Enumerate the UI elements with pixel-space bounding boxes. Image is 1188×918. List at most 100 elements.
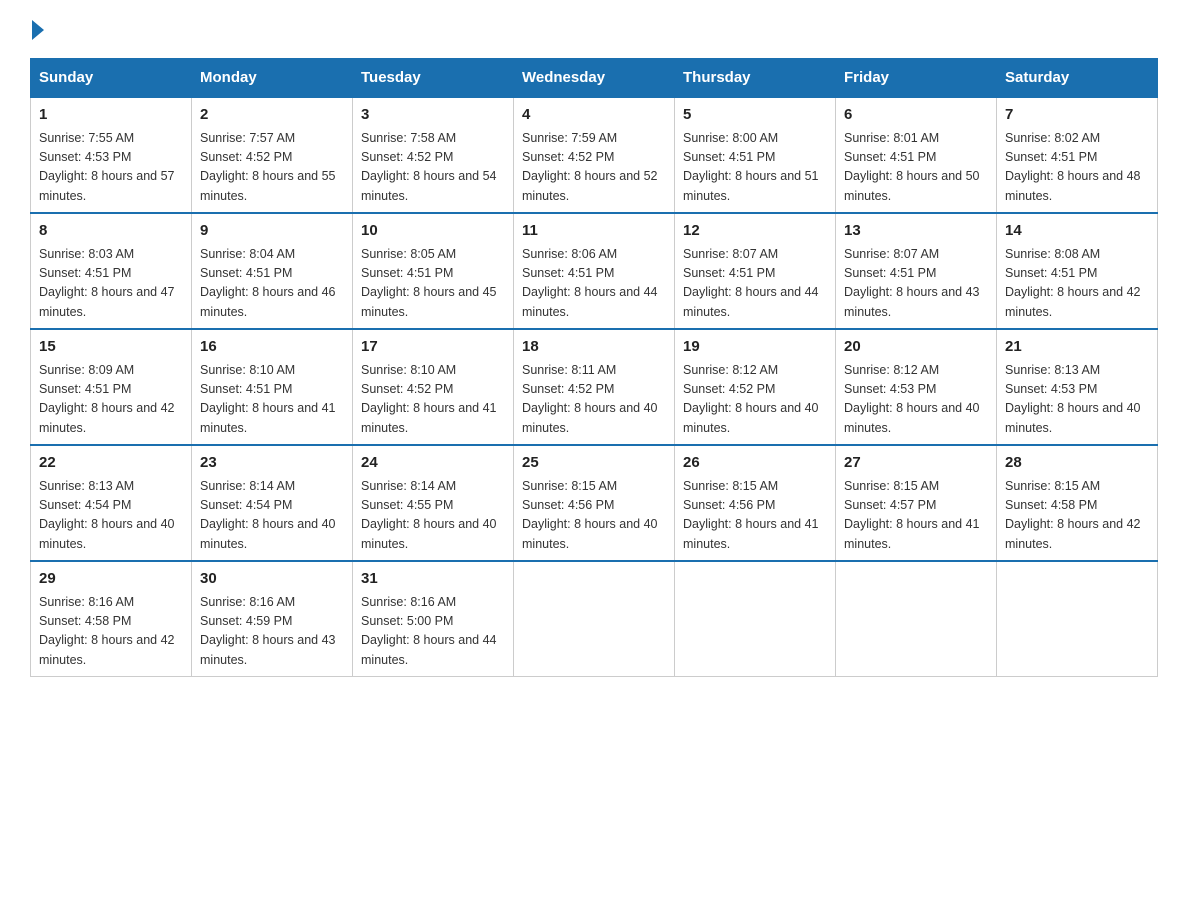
day-number: 28 [1005, 452, 1149, 475]
day-info: Sunrise: 8:16 AMSunset: 4:59 PMDaylight:… [200, 593, 344, 671]
day-number: 16 [200, 336, 344, 359]
day-info: Sunrise: 8:01 AMSunset: 4:51 PMDaylight:… [844, 129, 988, 207]
calendar-cell: 19 Sunrise: 8:12 AMSunset: 4:52 PMDaylig… [675, 329, 836, 445]
day-number: 19 [683, 336, 827, 359]
calendar-cell: 13 Sunrise: 8:07 AMSunset: 4:51 PMDaylig… [836, 213, 997, 329]
calendar-cell: 22 Sunrise: 8:13 AMSunset: 4:54 PMDaylig… [31, 445, 192, 561]
calendar-cell: 15 Sunrise: 8:09 AMSunset: 4:51 PMDaylig… [31, 329, 192, 445]
calendar-cell: 14 Sunrise: 8:08 AMSunset: 4:51 PMDaylig… [997, 213, 1158, 329]
day-info: Sunrise: 8:07 AMSunset: 4:51 PMDaylight:… [844, 245, 988, 323]
calendar-cell: 8 Sunrise: 8:03 AMSunset: 4:51 PMDayligh… [31, 213, 192, 329]
day-number: 4 [522, 104, 666, 127]
day-number: 22 [39, 452, 183, 475]
calendar-cell: 31 Sunrise: 8:16 AMSunset: 5:00 PMDaylig… [353, 561, 514, 677]
day-info: Sunrise: 8:15 AMSunset: 4:56 PMDaylight:… [522, 477, 666, 555]
calendar-cell: 2 Sunrise: 7:57 AMSunset: 4:52 PMDayligh… [192, 97, 353, 213]
day-info: Sunrise: 8:10 AMSunset: 4:51 PMDaylight:… [200, 361, 344, 439]
day-number: 3 [361, 104, 505, 127]
weekday-header-friday: Friday [836, 59, 997, 98]
weekday-header-thursday: Thursday [675, 59, 836, 98]
day-info: Sunrise: 8:10 AMSunset: 4:52 PMDaylight:… [361, 361, 505, 439]
calendar-cell: 6 Sunrise: 8:01 AMSunset: 4:51 PMDayligh… [836, 97, 997, 213]
day-number: 14 [1005, 220, 1149, 243]
calendar-cell: 29 Sunrise: 8:16 AMSunset: 4:58 PMDaylig… [31, 561, 192, 677]
calendar-week-row: 1 Sunrise: 7:55 AMSunset: 4:53 PMDayligh… [31, 97, 1158, 213]
weekday-header-sunday: Sunday [31, 59, 192, 98]
calendar-cell [675, 561, 836, 677]
calendar-week-row: 8 Sunrise: 8:03 AMSunset: 4:51 PMDayligh… [31, 213, 1158, 329]
day-info: Sunrise: 8:13 AMSunset: 4:53 PMDaylight:… [1005, 361, 1149, 439]
calendar-cell: 26 Sunrise: 8:15 AMSunset: 4:56 PMDaylig… [675, 445, 836, 561]
day-number: 23 [200, 452, 344, 475]
day-info: Sunrise: 8:07 AMSunset: 4:51 PMDaylight:… [683, 245, 827, 323]
calendar-week-row: 22 Sunrise: 8:13 AMSunset: 4:54 PMDaylig… [31, 445, 1158, 561]
calendar-cell: 10 Sunrise: 8:05 AMSunset: 4:51 PMDaylig… [353, 213, 514, 329]
calendar-cell: 1 Sunrise: 7:55 AMSunset: 4:53 PMDayligh… [31, 97, 192, 213]
calendar-cell: 30 Sunrise: 8:16 AMSunset: 4:59 PMDaylig… [192, 561, 353, 677]
day-info: Sunrise: 7:57 AMSunset: 4:52 PMDaylight:… [200, 129, 344, 207]
calendar-cell [997, 561, 1158, 677]
day-info: Sunrise: 8:03 AMSunset: 4:51 PMDaylight:… [39, 245, 183, 323]
calendar-table: SundayMondayTuesdayWednesdayThursdayFrid… [30, 58, 1158, 677]
calendar-cell: 20 Sunrise: 8:12 AMSunset: 4:53 PMDaylig… [836, 329, 997, 445]
calendar-cell: 9 Sunrise: 8:04 AMSunset: 4:51 PMDayligh… [192, 213, 353, 329]
day-number: 26 [683, 452, 827, 475]
weekday-header-row: SundayMondayTuesdayWednesdayThursdayFrid… [31, 59, 1158, 98]
calendar-cell: 24 Sunrise: 8:14 AMSunset: 4:55 PMDaylig… [353, 445, 514, 561]
calendar-cell: 21 Sunrise: 8:13 AMSunset: 4:53 PMDaylig… [997, 329, 1158, 445]
day-number: 20 [844, 336, 988, 359]
calendar-cell: 18 Sunrise: 8:11 AMSunset: 4:52 PMDaylig… [514, 329, 675, 445]
day-info: Sunrise: 7:55 AMSunset: 4:53 PMDaylight:… [39, 129, 183, 207]
day-info: Sunrise: 8:09 AMSunset: 4:51 PMDaylight:… [39, 361, 183, 439]
calendar-cell: 23 Sunrise: 8:14 AMSunset: 4:54 PMDaylig… [192, 445, 353, 561]
calendar-cell: 3 Sunrise: 7:58 AMSunset: 4:52 PMDayligh… [353, 97, 514, 213]
day-number: 25 [522, 452, 666, 475]
calendar-cell [514, 561, 675, 677]
day-number: 1 [39, 104, 183, 127]
day-number: 11 [522, 220, 666, 243]
day-info: Sunrise: 8:13 AMSunset: 4:54 PMDaylight:… [39, 477, 183, 555]
logo [30, 20, 44, 40]
day-info: Sunrise: 8:14 AMSunset: 4:55 PMDaylight:… [361, 477, 505, 555]
calendar-cell: 25 Sunrise: 8:15 AMSunset: 4:56 PMDaylig… [514, 445, 675, 561]
day-info: Sunrise: 8:12 AMSunset: 4:53 PMDaylight:… [844, 361, 988, 439]
day-info: Sunrise: 8:12 AMSunset: 4:52 PMDaylight:… [683, 361, 827, 439]
day-number: 27 [844, 452, 988, 475]
day-number: 6 [844, 104, 988, 127]
day-info: Sunrise: 8:15 AMSunset: 4:56 PMDaylight:… [683, 477, 827, 555]
day-info: Sunrise: 8:06 AMSunset: 4:51 PMDaylight:… [522, 245, 666, 323]
day-info: Sunrise: 8:08 AMSunset: 4:51 PMDaylight:… [1005, 245, 1149, 323]
day-number: 21 [1005, 336, 1149, 359]
day-info: Sunrise: 8:11 AMSunset: 4:52 PMDaylight:… [522, 361, 666, 439]
day-info: Sunrise: 8:14 AMSunset: 4:54 PMDaylight:… [200, 477, 344, 555]
day-info: Sunrise: 8:05 AMSunset: 4:51 PMDaylight:… [361, 245, 505, 323]
calendar-cell: 28 Sunrise: 8:15 AMSunset: 4:58 PMDaylig… [997, 445, 1158, 561]
page-header [30, 20, 1158, 40]
day-info: Sunrise: 8:16 AMSunset: 4:58 PMDaylight:… [39, 593, 183, 671]
calendar-cell: 17 Sunrise: 8:10 AMSunset: 4:52 PMDaylig… [353, 329, 514, 445]
day-number: 7 [1005, 104, 1149, 127]
calendar-week-row: 15 Sunrise: 8:09 AMSunset: 4:51 PMDaylig… [31, 329, 1158, 445]
day-info: Sunrise: 8:16 AMSunset: 5:00 PMDaylight:… [361, 593, 505, 671]
day-number: 30 [200, 568, 344, 591]
weekday-header-tuesday: Tuesday [353, 59, 514, 98]
calendar-cell: 5 Sunrise: 8:00 AMSunset: 4:51 PMDayligh… [675, 97, 836, 213]
calendar-cell: 4 Sunrise: 7:59 AMSunset: 4:52 PMDayligh… [514, 97, 675, 213]
day-number: 9 [200, 220, 344, 243]
weekday-header-wednesday: Wednesday [514, 59, 675, 98]
day-info: Sunrise: 8:02 AMSunset: 4:51 PMDaylight:… [1005, 129, 1149, 207]
day-number: 2 [200, 104, 344, 127]
calendar-cell: 16 Sunrise: 8:10 AMSunset: 4:51 PMDaylig… [192, 329, 353, 445]
day-info: Sunrise: 8:00 AMSunset: 4:51 PMDaylight:… [683, 129, 827, 207]
calendar-cell: 27 Sunrise: 8:15 AMSunset: 4:57 PMDaylig… [836, 445, 997, 561]
calendar-cell: 11 Sunrise: 8:06 AMSunset: 4:51 PMDaylig… [514, 213, 675, 329]
day-info: Sunrise: 8:15 AMSunset: 4:57 PMDaylight:… [844, 477, 988, 555]
day-number: 15 [39, 336, 183, 359]
weekday-header-monday: Monday [192, 59, 353, 98]
day-info: Sunrise: 7:58 AMSunset: 4:52 PMDaylight:… [361, 129, 505, 207]
weekday-header-saturday: Saturday [997, 59, 1158, 98]
day-number: 18 [522, 336, 666, 359]
calendar-cell: 12 Sunrise: 8:07 AMSunset: 4:51 PMDaylig… [675, 213, 836, 329]
day-info: Sunrise: 8:04 AMSunset: 4:51 PMDaylight:… [200, 245, 344, 323]
day-number: 24 [361, 452, 505, 475]
